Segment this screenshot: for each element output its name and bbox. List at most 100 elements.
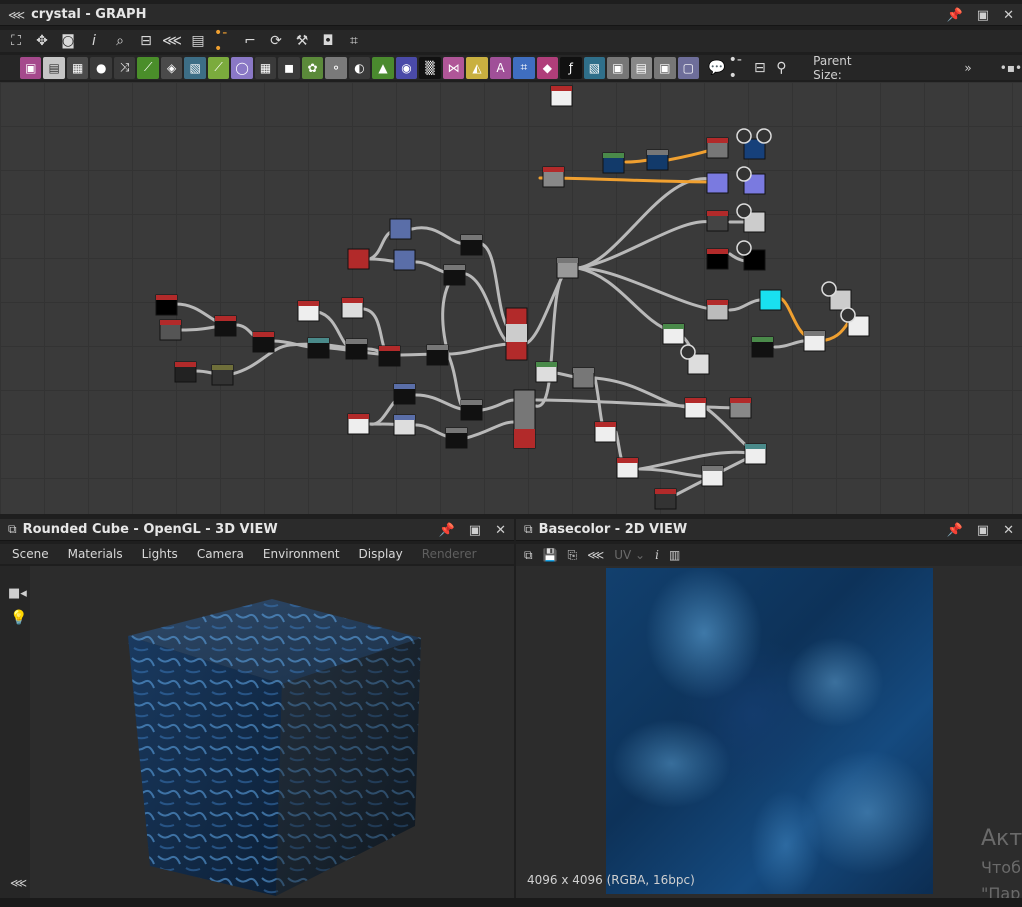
frame-all-icon[interactable]: ⛶ — [6, 31, 26, 51]
graph-node — [759, 289, 782, 311]
refresh-icon[interactable]: ⟳ — [266, 31, 286, 51]
menu-environment[interactable]: Environment — [263, 547, 340, 561]
graph-nodes — [155, 85, 870, 510]
pin-icon[interactable]: 📌 — [947, 8, 963, 23]
close-icon[interactable]: ✕ — [1003, 8, 1014, 23]
highlight-connection — [624, 158, 652, 164]
bitmap2-icon[interactable]: ▣ — [654, 56, 676, 79]
comment-icon[interactable]: 💬 — [707, 58, 727, 78]
maximize-icon[interactable]: ▣ — [469, 523, 481, 538]
histogram-icon[interactable]: ▲ — [372, 56, 394, 79]
paint-bucket-icon[interactable]: ◆ — [536, 56, 559, 79]
level-icon[interactable]: ⟋ — [207, 56, 230, 79]
link-icon[interactable]: ⊟ — [136, 31, 156, 51]
crop-icon[interactable]: ⌗ — [344, 31, 364, 51]
transform-icon[interactable]: ⋈ — [442, 56, 465, 79]
camera-icon[interactable]: ■◂ — [8, 586, 27, 601]
gradient-icon[interactable]: ▦ — [66, 56, 89, 79]
tree-icon[interactable]: ⋘ — [162, 31, 182, 51]
crop-icon[interactable]: ⌗ — [513, 56, 535, 79]
dot-icon[interactable]: •-• — [729, 52, 749, 84]
wrench-icon[interactable]: ⚒ — [292, 31, 312, 51]
expand-icon[interactable]: » — [964, 61, 971, 75]
pin-icon[interactable]: ⚲ — [772, 58, 792, 78]
menu-display[interactable]: Display — [359, 547, 403, 561]
info-icon[interactable]: i — [655, 548, 659, 562]
color-wheel-icon[interactable]: ◉ — [395, 56, 418, 79]
drop-icon[interactable]: ● — [90, 56, 112, 79]
blend-icon[interactable]: ◈ — [160, 56, 183, 79]
view2d-title-bar: ⧉ Basecolor - 2D VIEW 📌 ▣ ✕ — [516, 519, 1022, 541]
frame-icon[interactable]: ⊟ — [750, 58, 770, 78]
route-icon[interactable]: ⌐ — [240, 31, 260, 51]
view3d-title: Rounded Cube - OpenGL - 3D VIEW — [22, 522, 278, 537]
connection-icon[interactable]: •-• — [214, 25, 234, 57]
watermark-line1: Акти — [981, 826, 1022, 851]
watering-icon[interactable]: ✿ — [301, 56, 324, 79]
connection — [480, 398, 516, 412]
input-icon[interactable]: ▤ — [630, 56, 653, 79]
curve-icon[interactable]: ⟋ — [137, 56, 159, 79]
split-icon[interactable]: ◐ — [348, 56, 371, 79]
highlight-connection — [824, 318, 852, 342]
node-library-toolbar: ▣ ▤ ▦ ● ⤨ ⟋ ◈ ▧ ⟋ ◯ ▦ ◼ ✿ ⚬ ◐ ▲ ◉ ▒ ⋈ ◭ … — [0, 52, 1022, 84]
mirror-icon[interactable]: ◭ — [466, 56, 488, 79]
screen-icon[interactable]: ◘ — [318, 31, 338, 51]
bitmap-icon[interactable]: ▤ — [43, 56, 65, 79]
text-icon[interactable]: A — [489, 56, 512, 79]
basecolor-texture — [606, 568, 933, 894]
view3d-viewport[interactable] — [0, 566, 514, 898]
shuffle-icon[interactable]: ⤨ — [113, 56, 136, 79]
fx-icon[interactable]: ƒ — [560, 56, 582, 79]
save-icon[interactable]: 💾 — [543, 548, 558, 562]
graph-title-bar: ⋘ crystal - GRAPH 📌 ▣ ✕ — [0, 4, 1022, 26]
menu-camera[interactable]: Camera — [197, 547, 244, 561]
share-icon[interactable]: ⋘ — [587, 548, 604, 562]
pin-icon[interactable]: 📌 — [439, 523, 455, 538]
info-icon[interactable]: i — [84, 31, 104, 51]
layers-icon[interactable]: ▤ — [188, 31, 208, 51]
window-icon: ⧉ — [524, 522, 533, 536]
close-icon[interactable]: ✕ — [1003, 523, 1014, 538]
circle-icon[interactable]: ◯ — [231, 56, 253, 79]
search-icon[interactable]: ⌕ — [110, 31, 130, 51]
graph-canvas[interactable] — [0, 82, 1022, 514]
connection — [638, 467, 714, 479]
graph-icon: ⋘ — [8, 7, 26, 22]
copy-icon[interactable]: ⎘ — [568, 548, 578, 563]
grid-icon[interactable]: ▦ — [254, 56, 277, 79]
tree-icon[interactable]: ⋘ — [10, 876, 27, 890]
noise-icon[interactable]: ▒ — [419, 56, 441, 79]
resolution-label: 4096 x 4096 (RGBA, 16bpc) — [527, 873, 695, 887]
maximize-icon[interactable]: ▣ — [977, 523, 989, 538]
connection — [446, 342, 514, 356]
graph-node — [347, 248, 370, 270]
export-icon[interactable]: ⧉ — [524, 548, 533, 563]
status-bar — [0, 898, 1022, 907]
normal-icon[interactable]: ▧ — [184, 56, 206, 79]
node-graph — [155, 85, 870, 510]
view2d-toolbar: ⧉ 💾 ⎘ ⋘ UV ⌄ i ▥ — [516, 544, 1022, 566]
menu-scene[interactable]: Scene — [12, 547, 49, 561]
light-icon[interactable]: 💡 — [10, 610, 27, 626]
pin-icon[interactable]: 📌 — [947, 523, 963, 538]
uv-dropdown[interactable]: UV ⌄ — [614, 548, 645, 562]
menu-renderer[interactable]: Renderer — [422, 547, 477, 561]
center-icon[interactable]: ✥ — [32, 31, 52, 51]
menu-materials[interactable]: Materials — [68, 547, 123, 561]
image-icon[interactable]: ▣ — [20, 56, 42, 79]
node2-icon[interactable]: ▢ — [677, 56, 700, 79]
graph-title: crystal - GRAPH — [31, 7, 147, 22]
menu-lights[interactable]: Lights — [142, 547, 178, 561]
warp-icon[interactable]: ▧ — [583, 56, 606, 79]
output-icon[interactable]: ▣ — [607, 56, 629, 79]
maximize-icon[interactable]: ▣ — [977, 8, 989, 23]
histogram-icon[interactable]: ▥ — [669, 548, 680, 562]
link-toggle-icon[interactable]: •▪• — [1000, 61, 1022, 75]
node-icon[interactable]: ⚬ — [325, 56, 347, 79]
camera-icon[interactable]: ◙ — [58, 31, 78, 51]
parent-size-label: Parent Size: — [813, 53, 852, 82]
graph-node — [706, 172, 729, 194]
close-icon[interactable]: ✕ — [495, 523, 506, 538]
fill-icon[interactable]: ◼ — [278, 56, 300, 79]
